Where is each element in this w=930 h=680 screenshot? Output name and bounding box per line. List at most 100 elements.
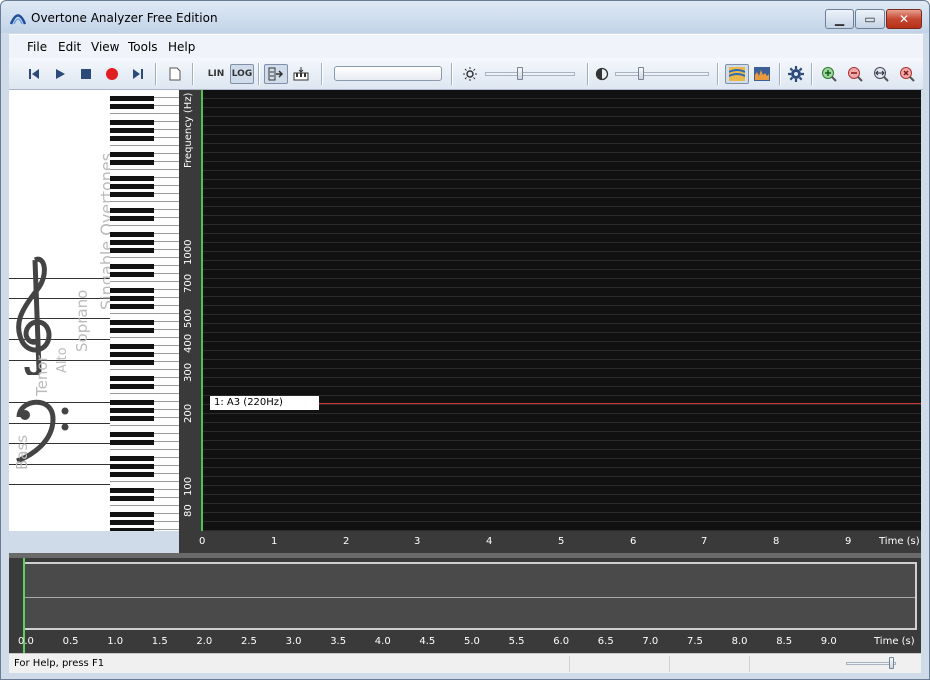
spectrogram-canvas[interactable] xyxy=(201,90,921,531)
piano-keyboard-panel: Singable Overtones Soprano Alto Tenor Ba… xyxy=(9,90,179,531)
record-button[interactable] xyxy=(101,64,123,84)
piano-black-key[interactable] xyxy=(110,192,154,197)
piano-black-key[interactable] xyxy=(110,264,154,269)
wave-axis-title: Time (s) xyxy=(874,636,915,647)
volume-slider-thumb[interactable] xyxy=(889,657,894,669)
close-button[interactable]: ✕ xyxy=(886,9,922,29)
piano-black-key[interactable] xyxy=(110,216,154,221)
skip-forward-icon xyxy=(133,69,143,79)
play-button[interactable] xyxy=(49,64,71,84)
status-cell xyxy=(749,656,829,672)
piano-black-key[interactable] xyxy=(110,456,154,461)
volume-slider[interactable] xyxy=(846,657,896,669)
zoom-reset-button[interactable] xyxy=(896,64,918,84)
title-bar: Overtone Analyzer Free Edition ▁ ▭ ✕ xyxy=(1,1,929,33)
piano-black-key[interactable] xyxy=(110,440,154,445)
zoom-out-button[interactable] xyxy=(844,64,866,84)
contrast-slider[interactable] xyxy=(615,67,709,80)
x-tick: 1 xyxy=(271,536,278,547)
tenor-label: Tenor xyxy=(33,355,51,396)
toolbar-separator xyxy=(192,63,194,85)
toolbar-separator xyxy=(717,63,719,85)
piano-black-key[interactable] xyxy=(110,496,154,501)
piano-black-key[interactable] xyxy=(110,512,154,517)
brightness-slider-thumb[interactable] xyxy=(517,67,523,80)
lin-scale-button[interactable]: LIN xyxy=(204,64,228,84)
piano-black-key[interactable] xyxy=(110,120,154,125)
waveform-view[interactable] xyxy=(23,562,917,630)
piano-black-key[interactable] xyxy=(110,384,154,389)
contrast-icon xyxy=(595,67,609,81)
piano-black-key[interactable] xyxy=(110,400,154,405)
piano-button[interactable] xyxy=(290,64,312,84)
piano-black-key[interactable] xyxy=(110,520,154,525)
piano-black-key[interactable] xyxy=(110,416,154,421)
close-icon: ✕ xyxy=(898,12,910,26)
piano-black-key[interactable] xyxy=(110,248,154,253)
piano-black-key[interactable] xyxy=(110,352,154,357)
log-scale-button[interactable]: LOG xyxy=(230,64,254,84)
piano-black-key[interactable] xyxy=(110,472,154,477)
piano-black-key[interactable] xyxy=(110,320,154,325)
wave-tick: 4.5 xyxy=(419,636,436,647)
piano-black-key[interactable] xyxy=(110,488,154,493)
menu-tools[interactable]: Tools xyxy=(128,40,158,54)
skip-forward-button[interactable] xyxy=(127,64,149,84)
piano-black-key[interactable] xyxy=(110,432,154,437)
zoom-in-button[interactable] xyxy=(818,64,840,84)
menu-file[interactable]: File xyxy=(27,40,47,54)
piano-black-key[interactable] xyxy=(110,152,154,157)
y-tick: 300 xyxy=(183,362,194,382)
menu-view[interactable]: View xyxy=(91,40,119,54)
wave-tick: 1.0 xyxy=(107,636,124,647)
wave-tick: 3.5 xyxy=(330,636,347,647)
piano-black-key[interactable] xyxy=(110,96,154,101)
spectrum-icon xyxy=(754,67,770,81)
contrast-slider-thumb[interactable] xyxy=(638,67,644,80)
minimize-button[interactable]: ▁ xyxy=(825,9,854,29)
piano-black-key[interactable] xyxy=(110,296,154,301)
piano-black-key[interactable] xyxy=(110,160,154,165)
piano-black-key[interactable] xyxy=(110,328,154,333)
frequency-axis: Frequency (Hz) 1000 700 500 400 300 200 … xyxy=(179,90,201,531)
piano-black-key[interactable] xyxy=(110,408,154,413)
wave-tick: 8.5 xyxy=(776,636,793,647)
piano-black-key[interactable] xyxy=(110,128,154,133)
note-snap-button[interactable] xyxy=(264,64,288,84)
piano-black-key[interactable] xyxy=(110,360,154,365)
piano-black-key[interactable] xyxy=(110,288,154,293)
piano-black-key[interactable] xyxy=(110,136,154,141)
x-tick: 9 xyxy=(845,536,852,547)
piano-black-key[interactable] xyxy=(110,104,154,109)
piano-black-key[interactable] xyxy=(110,528,154,531)
app-logo-icon xyxy=(10,14,26,25)
piano-black-key[interactable] xyxy=(110,208,154,213)
note-marker-label[interactable]: 1: A3 (220Hz) xyxy=(210,396,319,410)
y-tick: 100 xyxy=(183,476,194,496)
piano-black-key[interactable] xyxy=(110,184,154,189)
zoom-fit-button[interactable] xyxy=(870,64,892,84)
piano-black-key[interactable] xyxy=(110,240,154,245)
piano-black-key[interactable] xyxy=(110,176,154,181)
piano-black-key[interactable] xyxy=(110,344,154,349)
status-help-text: For Help, press F1 xyxy=(14,658,105,669)
piano-black-key[interactable] xyxy=(110,304,154,309)
new-document-button[interactable] xyxy=(164,64,186,84)
x-tick: 0 xyxy=(199,536,206,547)
spectrum-view-button[interactable] xyxy=(751,64,773,84)
spectrogram-view-button[interactable] xyxy=(725,64,749,84)
wave-tick: 5.0 xyxy=(464,636,480,647)
piano-black-key[interactable] xyxy=(110,464,154,469)
waveform-baseline xyxy=(25,597,915,598)
settings-button[interactable] xyxy=(785,64,807,84)
piano-black-key[interactable] xyxy=(110,376,154,381)
maximize-button[interactable]: ▭ xyxy=(855,9,885,29)
piano-black-key[interactable] xyxy=(110,272,154,277)
piano-black-key[interactable] xyxy=(110,232,154,237)
menu-help[interactable]: Help xyxy=(168,40,195,54)
menu-edit[interactable]: Edit xyxy=(58,40,81,54)
rewind-button[interactable] xyxy=(23,64,45,84)
brightness-slider[interactable] xyxy=(485,67,575,80)
zoom-in-icon xyxy=(822,67,837,82)
stop-button[interactable] xyxy=(75,64,97,84)
